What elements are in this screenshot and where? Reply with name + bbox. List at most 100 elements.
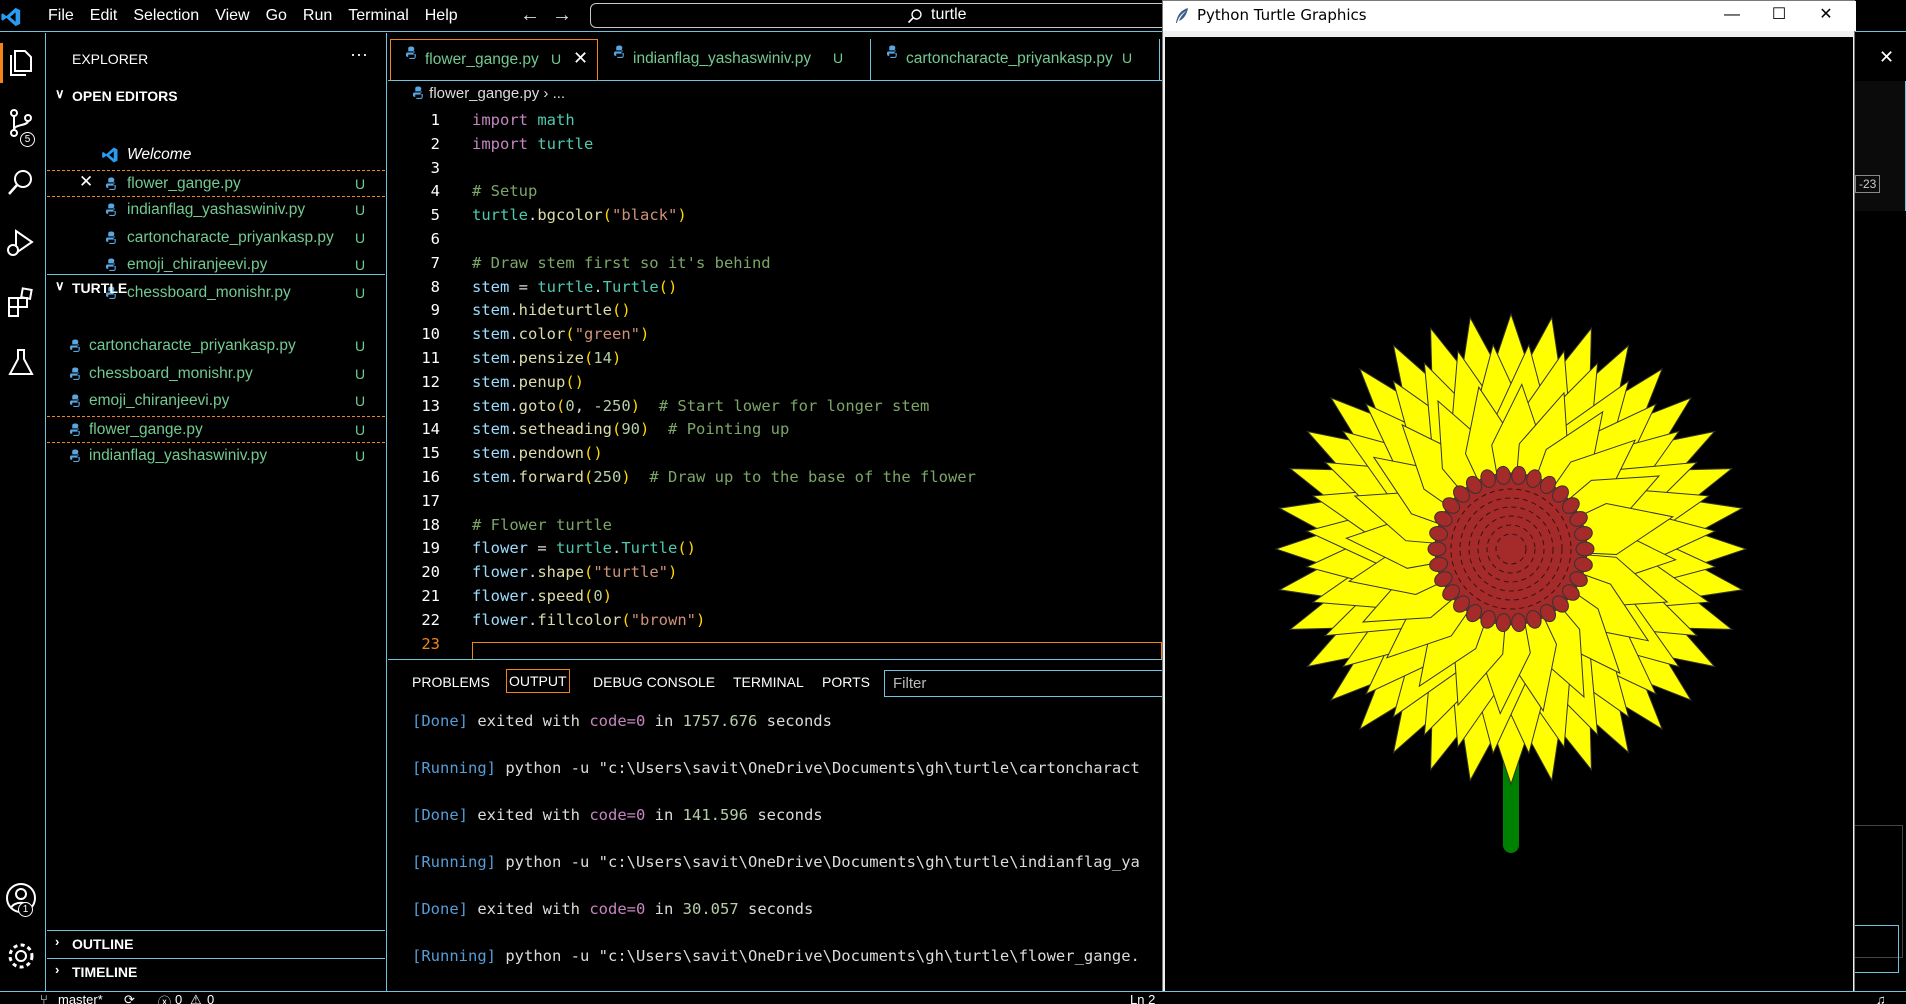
- timeline-header[interactable]: › TIMELINE: [47, 958, 385, 984]
- code-line[interactable]: stem.pendown(): [472, 444, 603, 462]
- close-tab-icon[interactable]: ✕: [573, 48, 588, 69]
- line-number: 1: [430, 111, 440, 129]
- menu-selection[interactable]: Selection: [125, 0, 207, 32]
- more-actions-icon[interactable]: ···: [350, 44, 368, 65]
- warning-count[interactable]: 0: [207, 992, 214, 1004]
- code-token: flower: [472, 563, 528, 582]
- code-token: -250: [593, 396, 631, 415]
- code-line[interactable]: stem.pensize(14): [472, 349, 621, 367]
- close-window-button[interactable]: ✕: [1803, 1, 1849, 31]
- manage-gear-icon[interactable]: [4, 939, 38, 973]
- menu-file[interactable]: File: [40, 0, 82, 32]
- code-token: pensize: [518, 349, 584, 367]
- current-line-highlight: [472, 642, 1162, 659]
- code-line[interactable]: turtle.bgcolor("black"): [472, 206, 687, 224]
- folder-file-item[interactable]: chessboard_monishr.py U: [47, 361, 385, 388]
- line-number: 18: [421, 515, 440, 534]
- code-line[interactable]: import turtle: [472, 135, 593, 153]
- output-token: exited with: [468, 806, 590, 824]
- code-line[interactable]: stem.penup(): [472, 373, 584, 391]
- maximize-button[interactable]: ☐: [1756, 1, 1802, 31]
- code-line[interactable]: # Draw stem first so it's behind: [472, 254, 771, 272]
- git-status: U: [355, 338, 366, 354]
- code-line[interactable]: stem.hideturtle(): [472, 301, 631, 319]
- code-line[interactable]: flower.speed(0): [472, 587, 612, 605]
- folder-file-item[interactable]: cartoncharacte_priyankasp.py U: [47, 333, 385, 360]
- tab-problems[interactable]: PROBLEMS: [412, 674, 490, 690]
- open-editor-item[interactable]: Welcome: [47, 142, 385, 169]
- notifications-bell-icon[interactable]: ♫: [1876, 992, 1886, 1004]
- editor-tab[interactable]: cartoncharacte_priyankasp.py U: [872, 39, 1160, 81]
- extensions-icon[interactable]: [4, 286, 38, 320]
- search-sidebar-icon[interactable]: [4, 166, 38, 200]
- menu-edit[interactable]: Edit: [82, 0, 126, 32]
- code-token: .: [509, 396, 519, 415]
- menu-terminal[interactable]: Terminal: [340, 0, 416, 32]
- code-line[interactable]: import math: [472, 111, 575, 129]
- forward-arrow-icon[interactable]: →: [552, 4, 572, 27]
- menu-help[interactable]: Help: [417, 0, 466, 32]
- menu-view[interactable]: View: [207, 0, 257, 32]
- editor-tab[interactable]: flower_gange.py U ✕: [390, 39, 598, 81]
- source-control-badge: 5: [20, 132, 35, 147]
- code-line[interactable]: stem.goto(0, -250) # Start lower for lon…: [472, 397, 929, 415]
- tab-terminal[interactable]: TERMINAL: [733, 674, 804, 690]
- tab-debug-console[interactable]: DEBUG CONSOLE: [593, 674, 715, 690]
- code-line[interactable]: # Flower turtle: [472, 516, 612, 534]
- tab-ports[interactable]: PORTS: [822, 674, 870, 690]
- error-count[interactable]: 0: [175, 992, 182, 1004]
- code-token: bgcolor: [537, 206, 603, 225]
- open-editor-item[interactable]: cartoncharacte_priyankasp.py U: [47, 225, 385, 252]
- back-arrow-icon[interactable]: ←: [520, 4, 540, 27]
- code-token: (: [612, 420, 622, 439]
- filter-input[interactable]: [885, 671, 1173, 696]
- outline-header[interactable]: › OUTLINE: [47, 930, 385, 956]
- file-name: flower_gange.py: [89, 420, 203, 438]
- editor-tab[interactable]: indianflag_yashaswiniv.py U: [599, 39, 871, 81]
- file-name: cartoncharacte_priyankasp.py: [127, 228, 334, 246]
- breadcrumb-file[interactable]: flower_gange.py: [429, 85, 539, 102]
- code-line[interactable]: # Setup: [472, 182, 537, 200]
- folder-file-item[interactable]: indianflag_yashaswiniv.py U: [47, 443, 385, 470]
- code-line[interactable]: stem.forward(250) # Draw up to the base …: [472, 468, 976, 486]
- python-file-icon: [886, 45, 897, 58]
- code-token: import: [472, 111, 528, 129]
- open-editors-header[interactable]: ∨ OPEN EDITORS: [47, 83, 385, 109]
- command-center-search[interactable]: turtle: [590, 3, 1170, 28]
- menu-go[interactable]: Go: [258, 0, 295, 32]
- breadcrumb-more[interactable]: ...: [553, 85, 566, 102]
- output-filter[interactable]: [884, 670, 1174, 697]
- code-line[interactable]: flower = turtle.Turtle(): [472, 539, 696, 557]
- testing-flask-icon[interactable]: [4, 346, 38, 380]
- code-area[interactable]: 1 import math 2 import turtle 3 4 # Setup 5 turt…: [388, 109, 1162, 659]
- code-line[interactable]: flower.shape("turtle"): [472, 563, 677, 581]
- minimize-button[interactable]: —: [1709, 1, 1755, 31]
- breadcrumb[interactable]: flower_gange.py › ...: [412, 85, 565, 109]
- folder-file-item[interactable]: emoji_chiranjeevi.py U: [47, 388, 385, 415]
- folder-file-item[interactable]: flower_gange.py U: [47, 415, 385, 443]
- close-icon[interactable]: ✕: [1879, 47, 1894, 68]
- run-debug-icon[interactable]: [4, 226, 38, 260]
- code-token: ): [677, 206, 687, 225]
- close-editor-icon[interactable]: ✕: [79, 172, 93, 192]
- tab-output[interactable]: OUTPUT: [506, 669, 570, 693]
- open-editor-item[interactable]: ✕ flower_gange.py U: [47, 169, 385, 197]
- explorer-files-icon[interactable]: [4, 46, 38, 80]
- sync-icon[interactable]: ⟳: [124, 992, 135, 1004]
- turtle-window-titlebar[interactable]: Python Turtle Graphics — ☐ ✕: [1163, 1, 1856, 31]
- turtle-canvas[interactable]: [1165, 37, 1853, 1004]
- menu-run[interactable]: Run: [295, 0, 340, 32]
- open-editor-item[interactable]: indianflag_yashaswiniv.py U: [47, 197, 385, 224]
- code-line[interactable]: stem.setheading(90) # Pointing up: [472, 420, 789, 438]
- cursor-position[interactable]: Ln 2: [1130, 992, 1155, 1004]
- code-token: 14: [593, 349, 613, 367]
- file-name: indianflag_yashaswiniv.py: [89, 447, 268, 464]
- code-line[interactable]: flower.fillcolor("brown"): [472, 611, 705, 629]
- code-line[interactable]: stem = turtle.Turtle(): [472, 278, 677, 296]
- turtle-folder-header[interactable]: ∨ TURTLE: [47, 274, 385, 300]
- branch-name[interactable]: master*: [58, 992, 103, 1004]
- code-token: import: [472, 134, 528, 153]
- code-line[interactable]: stem.color("green"): [472, 325, 649, 343]
